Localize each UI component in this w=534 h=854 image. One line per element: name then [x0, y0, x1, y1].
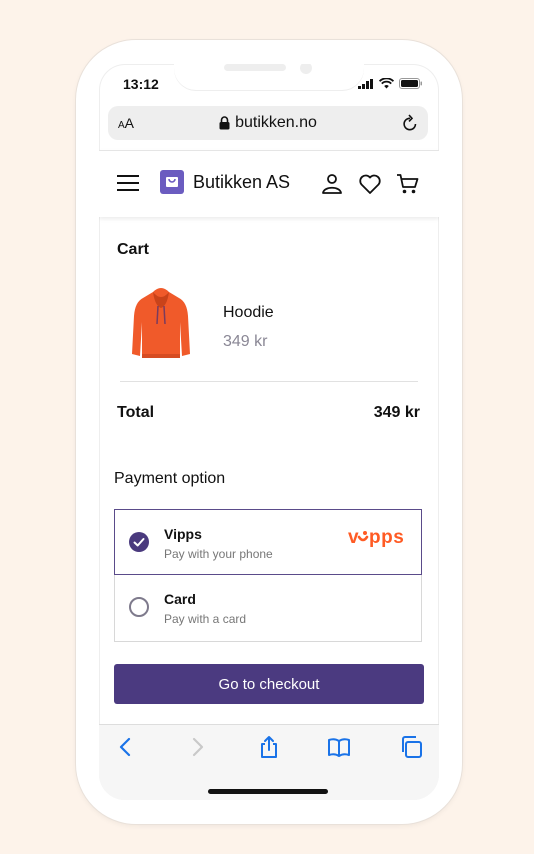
- app-header: Butikken AS: [99, 150, 439, 217]
- hoodie-image[interactable]: [131, 286, 191, 362]
- svg-text:pps: pps: [369, 528, 404, 548]
- divider: [120, 381, 418, 382]
- share-icon[interactable]: [257, 735, 281, 759]
- url-display[interactable]: butikken.no: [219, 114, 317, 132]
- option-description: Pay with a card: [164, 612, 247, 626]
- speaker: [224, 64, 286, 71]
- product-name[interactable]: Hoodie: [223, 304, 274, 322]
- payment-option-vipps[interactable]: Vipps Pay with your phone v pps: [114, 509, 422, 575]
- checkout-button[interactable]: Go to checkout: [114, 664, 424, 704]
- shopping-bag-logo-icon[interactable]: [160, 170, 184, 194]
- option-description: Pay with your phone: [164, 547, 273, 561]
- tabs-icon[interactable]: [399, 735, 423, 759]
- cart-title: Cart: [117, 241, 150, 258]
- payment-option-card[interactable]: Card Pay with a card: [114, 575, 422, 642]
- forward-icon[interactable]: [185, 735, 209, 759]
- option-name: Vipps: [164, 526, 202, 542]
- heart-icon[interactable]: [358, 172, 382, 196]
- status-time: 13:12: [123, 76, 159, 92]
- reload-icon[interactable]: [402, 114, 418, 132]
- vipps-logo: v pps: [348, 528, 404, 548]
- total-value: 349 kr: [373, 404, 420, 421]
- lock-icon: [219, 116, 230, 130]
- signal-icon: [358, 78, 373, 89]
- phone-screen: 13:12 AA butikken.no Butikken AS Cart Ho…: [99, 64, 439, 800]
- payment-option-title: Payment option: [114, 470, 226, 487]
- cart-icon[interactable]: [396, 172, 420, 196]
- brand-name[interactable]: Butikken AS: [193, 172, 290, 193]
- user-icon[interactable]: [320, 172, 344, 196]
- check-icon: [133, 538, 145, 547]
- notch: [174, 64, 364, 90]
- home-indicator[interactable]: [208, 789, 328, 794]
- wifi-icon: [379, 78, 394, 89]
- svg-text:v: v: [348, 528, 359, 548]
- status-icons: [358, 78, 423, 89]
- option-name: Card: [164, 591, 196, 607]
- battery-icon: [399, 78, 422, 89]
- url-text: butikken.no: [235, 114, 317, 131]
- total-label: Total: [117, 404, 155, 421]
- menu-icon[interactable]: [117, 174, 139, 192]
- radio-checked[interactable]: [129, 532, 149, 552]
- back-icon[interactable]: [114, 735, 138, 759]
- product-price: 349 kr: [223, 333, 268, 350]
- browser-toolbar: [99, 724, 439, 800]
- bookmarks-icon[interactable]: [327, 735, 351, 759]
- address-bar[interactable]: AA butikken.no: [108, 106, 428, 140]
- text-size-button[interactable]: AA: [118, 115, 134, 131]
- radio-unchecked[interactable]: [129, 597, 149, 617]
- camera: [300, 64, 312, 74]
